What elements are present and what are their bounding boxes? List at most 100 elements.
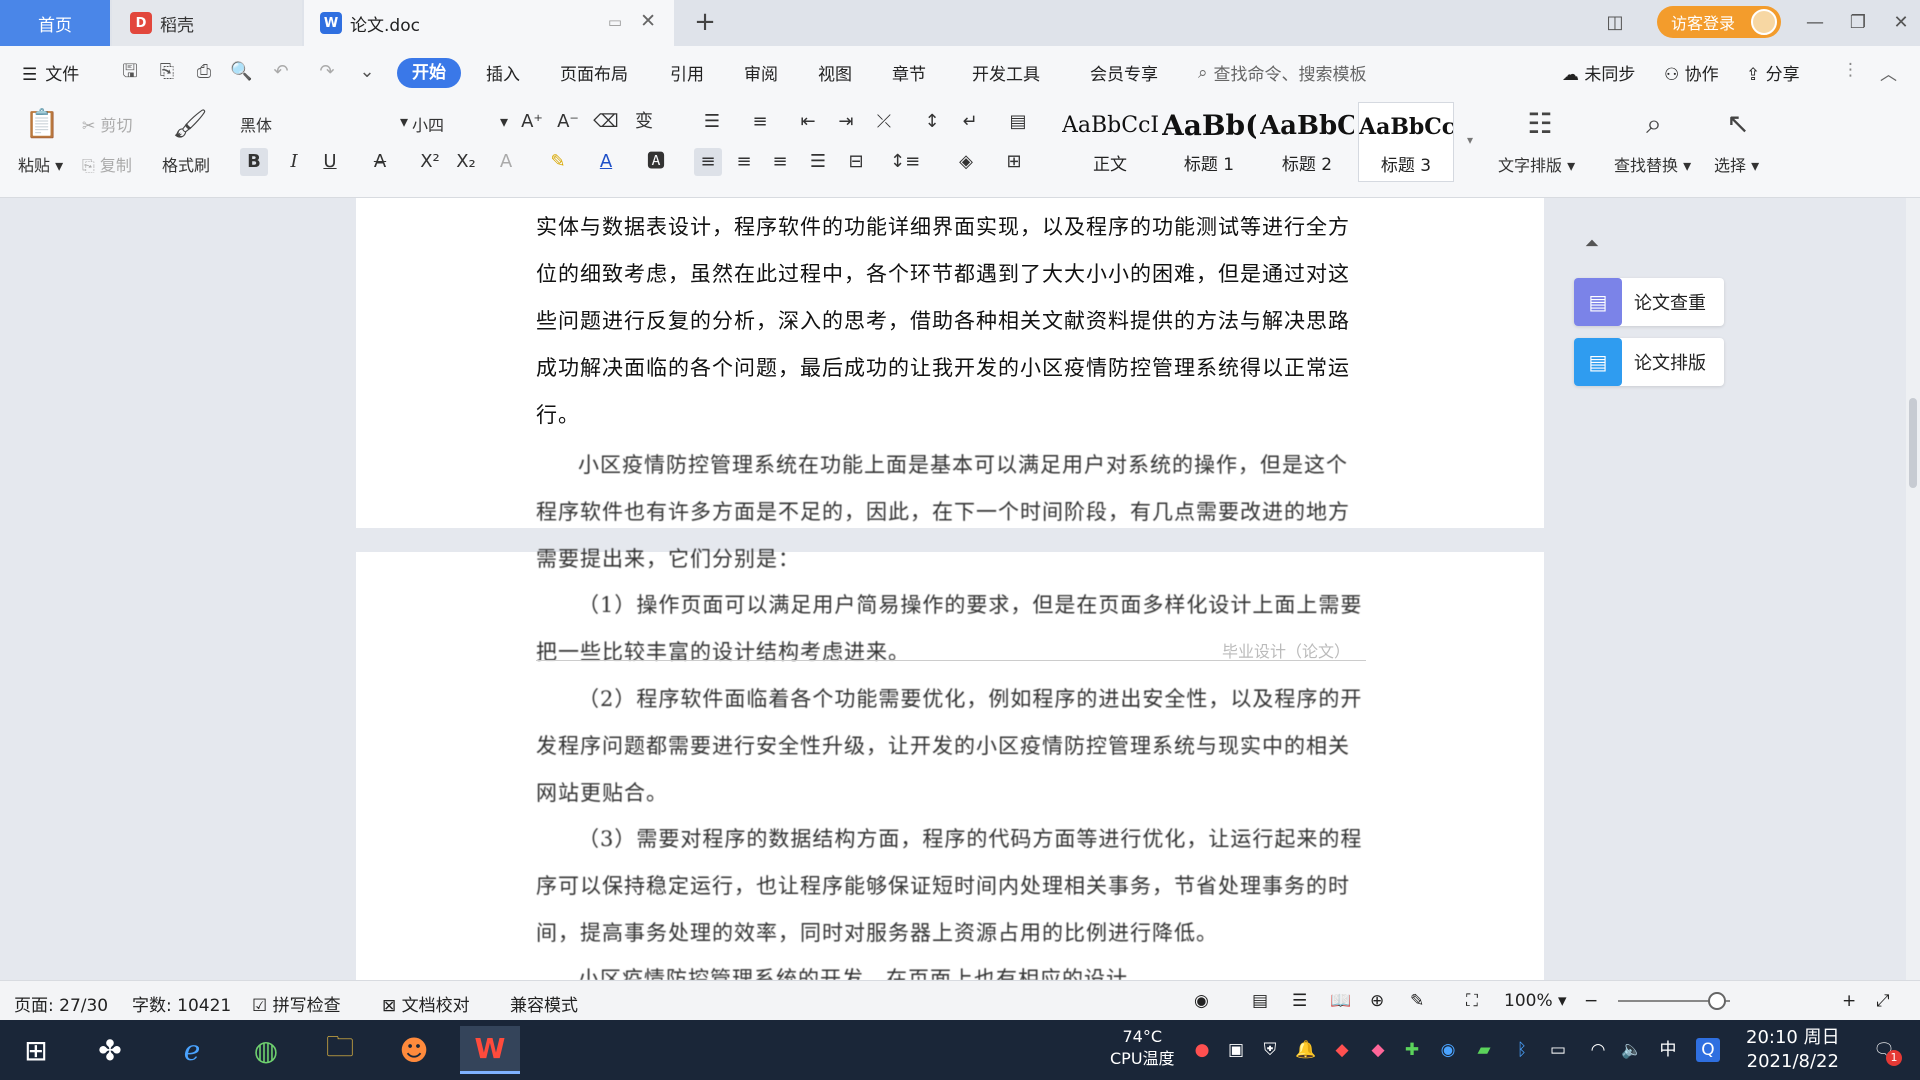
bullet-list-icon[interactable]: ☰	[698, 108, 726, 136]
cpu-temp-widget[interactable]: 74°C CPU温度	[1110, 1026, 1175, 1070]
file-menu[interactable]: ☰ 文件	[22, 60, 79, 85]
format-painter-icon[interactable]: 🖌	[172, 106, 208, 142]
file-explorer-icon[interactable]: 🗀	[310, 1026, 370, 1074]
bell-icon[interactable]: 🔔	[1294, 1038, 1318, 1062]
justify-icon[interactable]: ☰	[804, 148, 832, 176]
close-tab-icon[interactable]: ✕	[640, 10, 656, 32]
decrease-indent-icon[interactable]: ⇤	[794, 108, 822, 136]
tab-page-layout[interactable]: 页面布局	[560, 60, 628, 85]
tray-green-icon[interactable]: ✚	[1400, 1038, 1424, 1062]
subscript-icon[interactable]: X₂	[452, 148, 480, 176]
cut-button[interactable]: ✂ 剪切	[82, 112, 133, 136]
print-preview-icon[interactable]: 🔍	[230, 61, 252, 83]
more-icon[interactable]: ⋮	[1842, 60, 1859, 80]
tray-blue-icon[interactable]: ◉	[1436, 1038, 1460, 1062]
bold-icon[interactable]: B	[240, 148, 268, 176]
battery-icon[interactable]: ▭	[1546, 1038, 1570, 1062]
select-cursor-icon[interactable]: ↖	[1720, 106, 1756, 142]
tab-review[interactable]: 审阅	[744, 60, 778, 85]
web-view-icon[interactable]: ⊕	[1370, 991, 1384, 1011]
write-mode-icon[interactable]: ✎	[1410, 991, 1424, 1011]
tray-nvidia-icon[interactable]: ▰	[1472, 1038, 1496, 1062]
close-window-icon[interactable]: ✕	[1886, 8, 1916, 38]
text-layout-button[interactable]: 文字排版 ▾	[1498, 152, 1575, 176]
align-center-icon[interactable]: ≡	[730, 148, 758, 176]
paste-icon[interactable]: 📋	[24, 106, 60, 142]
ime-app-icon[interactable]: Q	[1696, 1038, 1720, 1062]
browser-360-icon[interactable]: ◍	[236, 1026, 296, 1074]
tab-start[interactable]: 开始	[397, 58, 461, 88]
paragraph[interactable]: 小区疫情防控管理系统的开发，在页面上也有相应的设计...	[536, 956, 1366, 980]
visitor-login-button[interactable]: 访客登录	[1657, 6, 1781, 38]
align-right-icon[interactable]: ≡	[766, 148, 794, 176]
align-left-icon[interactable]: ≡	[694, 148, 722, 176]
tab-daoke[interactable]: D 稻壳	[112, 0, 302, 46]
tray-network-app-icon[interactable]: ▣	[1224, 1038, 1248, 1062]
shading-icon[interactable]: ◈	[952, 148, 980, 176]
superscript-icon[interactable]: X²	[416, 148, 444, 176]
tab-home[interactable]: 首页	[0, 0, 110, 46]
tray-pink-icon[interactable]: ◆	[1366, 1038, 1390, 1062]
tab-view[interactable]: 视图	[818, 60, 852, 85]
tray-red-icon[interactable]: ◆	[1330, 1038, 1354, 1062]
font-color-icon[interactable]: A	[592, 148, 620, 176]
paragraph[interactable]: （3）需要对程序的数据结构方面，程序的代码方面等进行优化，让运行起来的程序可以保…	[536, 816, 1366, 956]
tab-document[interactable]: W 论文.doc ▭ ✕	[304, 0, 674, 46]
select-button[interactable]: 选择 ▾	[1714, 152, 1759, 176]
format-painter-button[interactable]: 格式刷	[162, 152, 210, 176]
eye-protect-icon[interactable]: ◉	[1194, 991, 1209, 1011]
fullscreen-icon[interactable]: ⤢	[1876, 991, 1890, 1011]
tab-list-icon[interactable]: ◫	[1600, 8, 1630, 38]
char-border-icon[interactable]: 🅰	[642, 148, 670, 176]
numbered-list-icon[interactable]: ≡	[746, 108, 774, 136]
show-marks-icon[interactable]: ↵	[956, 108, 984, 136]
text-effect-icon[interactable]: A	[492, 148, 520, 176]
page-indicator[interactable]: 页面: 27/30	[14, 991, 108, 1016]
ruler-icon[interactable]: ▤	[1004, 108, 1032, 136]
distribute-icon[interactable]: ⊟	[842, 148, 870, 176]
scrollbar-thumb[interactable]	[1909, 398, 1917, 488]
style-heading-2[interactable]: AaBbC 标题 2	[1260, 102, 1354, 182]
page-view-icon[interactable]: ▤	[1252, 991, 1268, 1011]
font-name-select[interactable]: 黑体 ▾	[240, 112, 408, 136]
clear-format-icon[interactable]: ⌫	[592, 108, 620, 136]
game-app-icon[interactable]: ☻	[384, 1026, 444, 1074]
paste-button[interactable]: 粘贴 ▾	[18, 152, 63, 176]
zoom-slider-handle[interactable]	[1708, 992, 1726, 1010]
export-icon[interactable]: ⎘	[156, 61, 178, 83]
pinwheel-app-icon[interactable]: ✤	[80, 1026, 140, 1074]
increase-indent-icon[interactable]: ⇥	[832, 108, 860, 136]
paragraph[interactable]: 小区疫情防控管理系统在功能上面是基本可以满足用户对系统的操作，但是这个程序软件也…	[536, 442, 1366, 582]
start-menu-icon[interactable]: ⊞	[6, 1026, 66, 1074]
border-icon[interactable]: ⊞	[1000, 148, 1028, 176]
panel-collapse-icon[interactable]: ⏶	[1580, 233, 1604, 257]
save-icon[interactable]: 🖫	[119, 61, 141, 83]
spell-check-button[interactable]: ☑ 拼写检查	[252, 991, 341, 1016]
style-heading-3[interactable]: AaBbCcl 标题 3	[1358, 102, 1454, 182]
command-search[interactable]: ⌕ 查找命令、搜索模板	[1198, 60, 1367, 86]
customize-toolbar-icon[interactable]: ⌄	[356, 61, 378, 83]
read-view-icon[interactable]: 📖	[1330, 991, 1351, 1011]
paper-check-button[interactable]: ▤ 论文查重	[1574, 278, 1724, 326]
zoom-in-icon[interactable]: +	[1842, 991, 1856, 1011]
text-layout-icon[interactable]: ☷	[1522, 106, 1558, 142]
doc-proof-button[interactable]: ⊠ 文档校对	[382, 991, 470, 1016]
underline-icon[interactable]: U	[316, 148, 344, 176]
tab-devtools[interactable]: 开发工具	[972, 60, 1040, 85]
copy-button[interactable]: ⎘ 复制	[82, 152, 132, 176]
styles-more-icon[interactable]: ▾	[1456, 126, 1484, 154]
paragraph[interactable]: （2）程序软件面临着各个功能需要优化，例如程序的进出安全性，以及程序的开发程序问…	[536, 676, 1366, 816]
wifi-icon[interactable]: ◠	[1586, 1038, 1610, 1062]
tab-member[interactable]: 会员专享	[1090, 60, 1158, 85]
redo-icon[interactable]: ↷	[316, 61, 338, 83]
italic-icon[interactable]: I	[280, 148, 308, 176]
line-spacing-icon[interactable]: ↕≡	[890, 148, 920, 176]
outline-view-icon[interactable]: ☰	[1292, 991, 1307, 1011]
tray-app-icon[interactable]: ●	[1190, 1038, 1214, 1062]
tab-insert[interactable]: 插入	[486, 60, 520, 85]
grow-font-icon[interactable]: A⁺	[518, 108, 546, 136]
screen-icon[interactable]: ▭	[608, 13, 622, 31]
shield-icon[interactable]: ⛨	[1258, 1038, 1282, 1062]
paper-layout-button[interactable]: ▤ 论文排版	[1574, 338, 1724, 386]
find-replace-button[interactable]: 查找替换 ▾	[1614, 152, 1691, 176]
